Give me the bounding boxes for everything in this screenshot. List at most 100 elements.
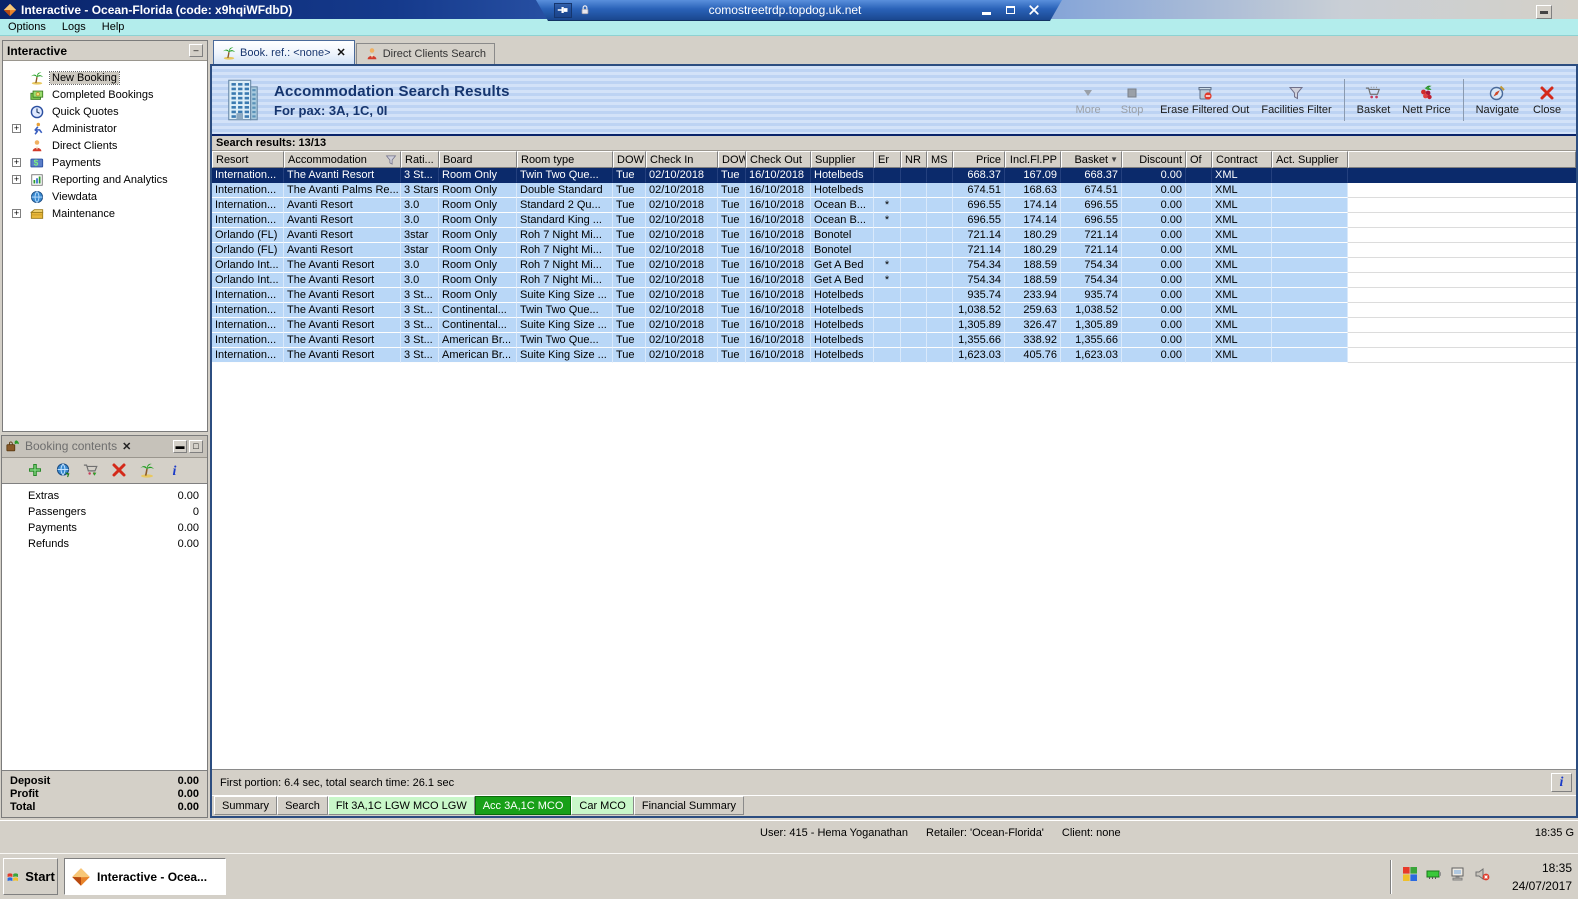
table-cell: Tue: [718, 318, 746, 333]
rdp-close-button[interactable]: [1024, 3, 1044, 18]
plus-icon[interactable]: [27, 462, 43, 478]
table-cell: Bonotel: [811, 243, 874, 258]
sidebar-item-administrator[interactable]: + Administrator: [3, 120, 207, 137]
table-row[interactable]: Internation... The Avanti Resort 3 St... Co…: [212, 303, 1576, 318]
expand-toggle[interactable]: +: [12, 124, 21, 133]
column-header-dow[interactable]: DOW: [613, 151, 646, 168]
column-header-dow[interactable]: DOW: [718, 151, 746, 168]
column-header-check-in[interactable]: Check In: [646, 151, 718, 168]
menu-item-options[interactable]: Options: [0, 20, 54, 34]
table-row[interactable]: Orlando (FL) Avanti Resort 3star Room Only R…: [212, 228, 1576, 243]
column-header-accommodation[interactable]: Accommodation: [284, 151, 401, 168]
expand-toggle[interactable]: +: [12, 175, 21, 184]
sidebar-item-new-booking[interactable]: New Booking: [3, 69, 207, 86]
menu-item-help[interactable]: Help: [94, 20, 133, 34]
funnel-icon[interactable]: [385, 154, 397, 166]
bottom-tab-car-mco[interactable]: Car MCO: [571, 796, 634, 815]
table-row[interactable]: Internation... Avanti Resort 3.0 Room Only S…: [212, 213, 1576, 228]
column-header-incl-fl-pp[interactable]: Incl.Fl.PP: [1005, 151, 1061, 168]
sidebar-item-direct-clients[interactable]: Direct Clients: [3, 137, 207, 154]
network-icon[interactable]: [1426, 866, 1442, 882]
table-row[interactable]: Internation... The Avanti Resort 3 St... Ro…: [212, 168, 1576, 183]
navigate-button[interactable]: Navigate: [1471, 83, 1524, 118]
table-row[interactable]: Internation... Avanti Resort 3.0 Room Only S…: [212, 198, 1576, 213]
column-header-contract[interactable]: Contract: [1212, 151, 1272, 168]
column-header-supplier[interactable]: Supplier: [811, 151, 874, 168]
menu-item-logs[interactable]: Logs: [54, 20, 94, 34]
expand-toggle[interactable]: +: [12, 158, 21, 167]
table-row-cells: Internation... The Avanti Resort 3 St... Am…: [212, 333, 1348, 348]
column-header-room-type[interactable]: Room type: [517, 151, 613, 168]
bottom-tab-acc-3a-1c-mco[interactable]: Acc 3A,1C MCO: [474, 796, 572, 815]
pin-icon[interactable]: [554, 3, 572, 18]
booking-close-icon[interactable]: ✕: [122, 440, 131, 453]
sidebar-item-quick-quotes[interactable]: Quick Quotes: [3, 103, 207, 120]
column-header-resort[interactable]: Resort: [212, 151, 284, 168]
table-row[interactable]: Internation... The Avanti Resort 3 St... Am…: [212, 348, 1576, 363]
refresh-globe-icon[interactable]: [55, 462, 71, 478]
column-header-basket[interactable]: Basket ▼: [1061, 151, 1122, 168]
delete-x-icon[interactable]: [111, 462, 127, 478]
palm-tree-icon[interactable]: [139, 462, 155, 479]
table-cell: [1272, 228, 1348, 243]
rdp-minimize-button[interactable]: [976, 3, 996, 18]
column-header-check-out[interactable]: Check Out: [746, 151, 811, 168]
sidebar-collapse-button[interactable]: –: [189, 44, 203, 57]
rdp-restore-button[interactable]: [1000, 3, 1020, 18]
bottom-tab-summary[interactable]: Summary: [214, 796, 278, 815]
cart-arrow-icon[interactable]: [83, 462, 99, 478]
table-row[interactable]: Internation... The Avanti Resort 3 St... Ro…: [212, 288, 1576, 303]
sidebar-item-maintenance[interactable]: + Maintenance: [3, 205, 207, 222]
sidebar-item-reporting-and-analytics[interactable]: + Reporting and Analytics: [3, 171, 207, 188]
bottom-tab-financial-summary[interactable]: Financial Summary: [633, 796, 744, 815]
close-button[interactable]: Close: [1526, 83, 1568, 118]
tabstrip-minimize-button[interactable]: [1536, 5, 1552, 19]
column-header-er[interactable]: Er: [874, 151, 901, 168]
info-icon[interactable]: i: [167, 462, 183, 479]
table-cell: [1186, 168, 1212, 183]
column-header-ms[interactable]: MS: [927, 151, 953, 168]
table-row[interactable]: Orlando (FL) Avanti Resort 3star Room Only R…: [212, 243, 1576, 258]
sidebar-item-payments[interactable]: + $ Payments: [3, 154, 207, 171]
table-row[interactable]: Orlando Int... The Avanti Resort 3.0 Room O…: [212, 273, 1576, 288]
tray-clock[interactable]: 18:35 24/07/2017: [1512, 859, 1572, 895]
info-button[interactable]: i: [1551, 773, 1572, 792]
sidebar-panel: Interactive – New Booking Completed Booki…: [2, 40, 208, 432]
basket-button[interactable]: Basket: [1352, 83, 1396, 118]
bottom-tab-search[interactable]: Search: [277, 796, 328, 815]
sidebar-item-completed-bookings[interactable]: Completed Bookings: [3, 86, 207, 103]
avg-icon[interactable]: [1402, 866, 1418, 882]
table-row[interactable]: Internation... The Avanti Palms Re... 3 St…: [212, 183, 1576, 198]
facilities-filter-button[interactable]: Facilities Filter: [1256, 83, 1336, 118]
start-button[interactable]: Start: [3, 858, 58, 895]
table-cell: 721.14: [1061, 243, 1122, 258]
nett-price-button[interactable]: Nett Price: [1397, 83, 1455, 118]
tab-close-icon[interactable]: ✕: [337, 46, 346, 59]
expand-toggle[interactable]: +: [12, 209, 21, 218]
computer-icon[interactable]: [1450, 866, 1466, 882]
tab-book-ref-none-[interactable]: Book. ref.: <none> ✕: [213, 40, 355, 64]
table-row[interactable]: Orlando Int... The Avanti Resort 3.0 Room O…: [212, 258, 1576, 273]
bottom-tab-flt-3a-1c-lgw-mco-lgw[interactable]: Flt 3A,1C LGW MCO LGW: [327, 796, 475, 815]
column-header-nr[interactable]: NR: [901, 151, 927, 168]
column-header-discount[interactable]: Discount: [1122, 151, 1186, 168]
booking-minimize-button[interactable]: ▬: [173, 439, 187, 453]
sidebar-item-viewdata[interactable]: Viewdata: [3, 188, 207, 205]
booking-contents-header[interactable]: Booking contents ✕ ▬ □: [2, 436, 207, 458]
speaker-muted-icon[interactable]: [1474, 866, 1490, 882]
table-cell: Tue: [613, 333, 646, 348]
column-header-price[interactable]: Price: [953, 151, 1005, 168]
column-header-of[interactable]: Of: [1186, 151, 1212, 168]
booking-maximize-button[interactable]: □: [189, 439, 203, 453]
taskbar-item-interactive[interactable]: Interactive - Ocea...: [64, 858, 226, 895]
table-row[interactable]: Internation... The Avanti Resort 3 St... Co…: [212, 318, 1576, 333]
tab-direct-clients-search[interactable]: Direct Clients Search: [355, 43, 496, 64]
column-header-board[interactable]: Board: [439, 151, 517, 168]
table-cell: Tue: [613, 243, 646, 258]
erase-filtered-out-button[interactable]: Erase Filtered Out: [1155, 83, 1254, 118]
table-cell: 0.00: [1122, 318, 1186, 333]
table-cell: [1272, 318, 1348, 333]
column-header-rati-[interactable]: Rati...: [401, 151, 439, 168]
table-row[interactable]: Internation... The Avanti Resort 3 St... Am…: [212, 333, 1576, 348]
column-header-act-supplier[interactable]: Act. Supplier: [1272, 151, 1348, 168]
